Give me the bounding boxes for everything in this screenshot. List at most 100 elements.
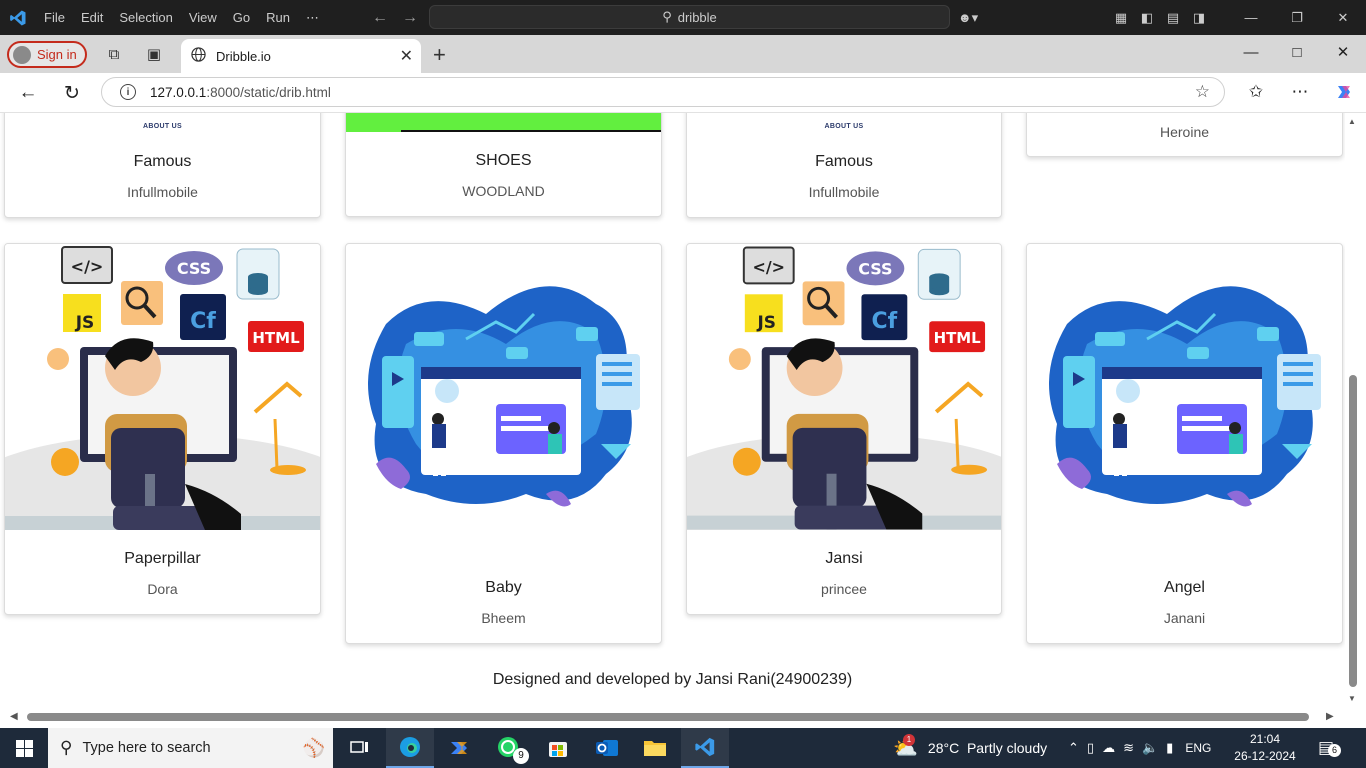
network-settings-icon[interactable]: ☁ xyxy=(1102,740,1115,756)
new-tab-icon[interactable]: + xyxy=(433,42,446,68)
scroll-up-icon[interactable]: ▲ xyxy=(1348,117,1356,126)
address-bar[interactable]: i 127.0.0.1:8000/static/drib.html ☆ xyxy=(101,77,1225,107)
card-subtitle: Heroine xyxy=(1159,124,1210,140)
toggle-sidebar-icon[interactable]: ◧ xyxy=(1134,0,1160,35)
weather-text: 28°C Partly cloudy xyxy=(927,740,1048,756)
taskbar-search-box[interactable]: ⚲ Type here to search ⚾ xyxy=(48,728,333,768)
tab-title: Dribble.io xyxy=(216,48,271,64)
svg-text:CSS: CSS xyxy=(177,259,211,278)
horizontal-scrollbar[interactable]: ◀ ▶ xyxy=(0,709,1345,727)
card-top-4[interactable]: Heroine xyxy=(1026,113,1343,157)
meet-now-icon[interactable]: ▯ xyxy=(1087,740,1094,756)
battery-icon[interactable]: ▮ xyxy=(1166,740,1173,756)
tab-actions-icon[interactable]: ▣ xyxy=(143,43,165,65)
browser-toolbar-actions: ✩ ⋯ xyxy=(1234,73,1366,113)
card-subtitle: Dora xyxy=(147,581,178,597)
microsoft-store-icon[interactable] xyxy=(534,728,582,768)
clock-time: 21:04 xyxy=(1249,732,1281,746)
browser-maximize-icon[interactable]: □ xyxy=(1274,35,1320,69)
vscode-taskbar-icon[interactable] xyxy=(681,728,729,768)
card-title: Jansi xyxy=(825,550,863,567)
card-subtitle: Infullmobile xyxy=(808,184,880,200)
scroll-left-icon[interactable]: ◀ xyxy=(10,711,18,722)
vscode-menu: File Edit Selection View Go Run ⋯ xyxy=(36,0,327,35)
windows-start-icon[interactable] xyxy=(0,728,48,768)
outlook-icon[interactable] xyxy=(583,728,631,768)
close-icon[interactable]: ✕ xyxy=(1320,0,1366,35)
menu-run[interactable]: Run xyxy=(258,0,298,35)
toggle-secondary-sidebar-icon[interactable]: ◨ xyxy=(1186,0,1212,35)
menu-more[interactable]: ⋯ xyxy=(298,0,327,35)
card-title: Famous xyxy=(133,153,192,170)
copilot-icon[interactable]: ☻▾ xyxy=(948,0,988,35)
card-top-3[interactable]: ABOUT US Famous Infullmobile xyxy=(686,113,1002,218)
scroll-right-icon[interactable]: ▶ xyxy=(1326,711,1334,722)
minimize-icon[interactable]: — xyxy=(1228,0,1274,35)
page-viewport: ABOUT US Famous Infullmobile SHOES WOODL… xyxy=(0,113,1345,709)
svg-text:JS: JS xyxy=(756,312,776,332)
browser-back-icon[interactable]: ← xyxy=(14,79,42,107)
copilot-taskbar-icon[interactable] xyxy=(435,728,483,768)
horizontal-scroll-thumb[interactable] xyxy=(27,713,1309,721)
speaker-icon[interactable]: 🔈 xyxy=(1142,740,1158,756)
sign-in-button[interactable]: Sign in xyxy=(7,41,87,68)
edge-taskbar-icon[interactable] xyxy=(386,728,434,768)
card-paperpillar[interactable]: </> CSS JS Cf HTML Paperpillar Dora xyxy=(4,243,321,615)
card-title: SHOES xyxy=(475,152,532,169)
file-explorer-icon[interactable] xyxy=(631,728,679,768)
site-info-icon[interactable]: i xyxy=(120,84,136,100)
card-top-1[interactable]: ABOUT US Famous Infullmobile xyxy=(4,113,321,218)
favorite-star-icon[interactable]: ☆ xyxy=(1195,82,1210,102)
search-icon: ⚲ xyxy=(60,738,73,757)
copilot-icon[interactable] xyxy=(1322,73,1366,111)
forward-arrow-icon[interactable]: → xyxy=(402,9,418,27)
card-top-2[interactable]: SHOES WOODLAND xyxy=(345,113,662,217)
menu-edit[interactable]: Edit xyxy=(73,0,111,35)
menu-go[interactable]: Go xyxy=(225,0,258,35)
card-angel[interactable]: Angel Janani xyxy=(1026,243,1343,644)
developer-illustration: </> CSS JS Cf HTML xyxy=(5,244,320,554)
card-caption: ABOUT US xyxy=(824,123,864,130)
developer-illustration: </> CSS JS Cf HTML xyxy=(687,244,1001,554)
refresh-icon[interactable]: ↻ xyxy=(58,79,86,107)
browser-tabstrip: Sign in ⧉ ▣ Dribble.io ✕ + — □ ✕ xyxy=(0,35,1366,73)
show-hidden-icons-icon[interactable]: ⌃ xyxy=(1068,740,1079,756)
notification-center-icon[interactable]: ▤ 6 xyxy=(1318,728,1341,768)
language-indicator[interactable]: ENG xyxy=(1185,741,1211,755)
scroll-down-icon[interactable]: ▼ xyxy=(1348,694,1356,703)
svg-text:Cf: Cf xyxy=(190,309,216,334)
task-view-icon[interactable] xyxy=(336,728,384,768)
notification-icon: ▤ 6 xyxy=(1318,738,1341,758)
weather-badge: 1 xyxy=(903,733,915,746)
card-title: Baby xyxy=(485,579,522,596)
card-title: Angel xyxy=(1164,579,1205,596)
layout-icon[interactable]: ▦ xyxy=(1108,0,1134,35)
taskbar-clock[interactable]: 21:04 26-12-2024 xyxy=(1232,731,1298,765)
whatsapp-taskbar-icon[interactable]: 9 xyxy=(485,728,533,768)
wifi-icon[interactable]: ≋ xyxy=(1123,740,1134,756)
card-baby[interactable]: Baby Bheem xyxy=(345,243,662,644)
search-icon: ⚲ xyxy=(662,9,672,24)
sign-in-label: Sign in xyxy=(37,47,77,62)
toggle-panel-icon[interactable]: ▤ xyxy=(1160,0,1186,35)
settings-more-icon[interactable]: ⋯ xyxy=(1278,73,1322,111)
weather-widget[interactable]: ⛅ 1 28°C Partly cloudy xyxy=(893,728,1047,768)
tab-close-icon[interactable]: ✕ xyxy=(400,46,413,66)
card-jansi[interactable]: </> CSS JS Cf HTML Jansi princee xyxy=(686,243,1002,615)
tab-dribble[interactable]: Dribble.io ✕ xyxy=(181,39,421,73)
browser-minimize-icon[interactable]: — xyxy=(1228,35,1274,69)
page-footer: Designed and developed by Jansi Rani(249… xyxy=(492,671,853,688)
vertical-scrollbar[interactable]: ▲ ▼ xyxy=(1345,113,1366,709)
menu-file[interactable]: File xyxy=(36,0,73,35)
menu-selection[interactable]: Selection xyxy=(111,0,180,35)
browser-close-icon[interactable]: ✕ xyxy=(1320,35,1366,69)
vertical-scroll-thumb[interactable] xyxy=(1349,375,1357,687)
back-arrow-icon[interactable]: ← xyxy=(372,9,388,27)
menu-view[interactable]: View xyxy=(181,0,225,35)
vscode-titlebar: File Edit Selection View Go Run ⋯ ← → ⚲ … xyxy=(0,0,1366,35)
card-subtitle: WOODLAND xyxy=(462,183,545,199)
workspaces-icon[interactable]: ⧉ xyxy=(103,43,125,65)
vscode-command-search[interactable]: ⚲ dribble xyxy=(429,5,950,29)
restore-icon[interactable]: ❐ xyxy=(1274,0,1320,35)
favorites-icon[interactable]: ✩ xyxy=(1234,73,1278,111)
